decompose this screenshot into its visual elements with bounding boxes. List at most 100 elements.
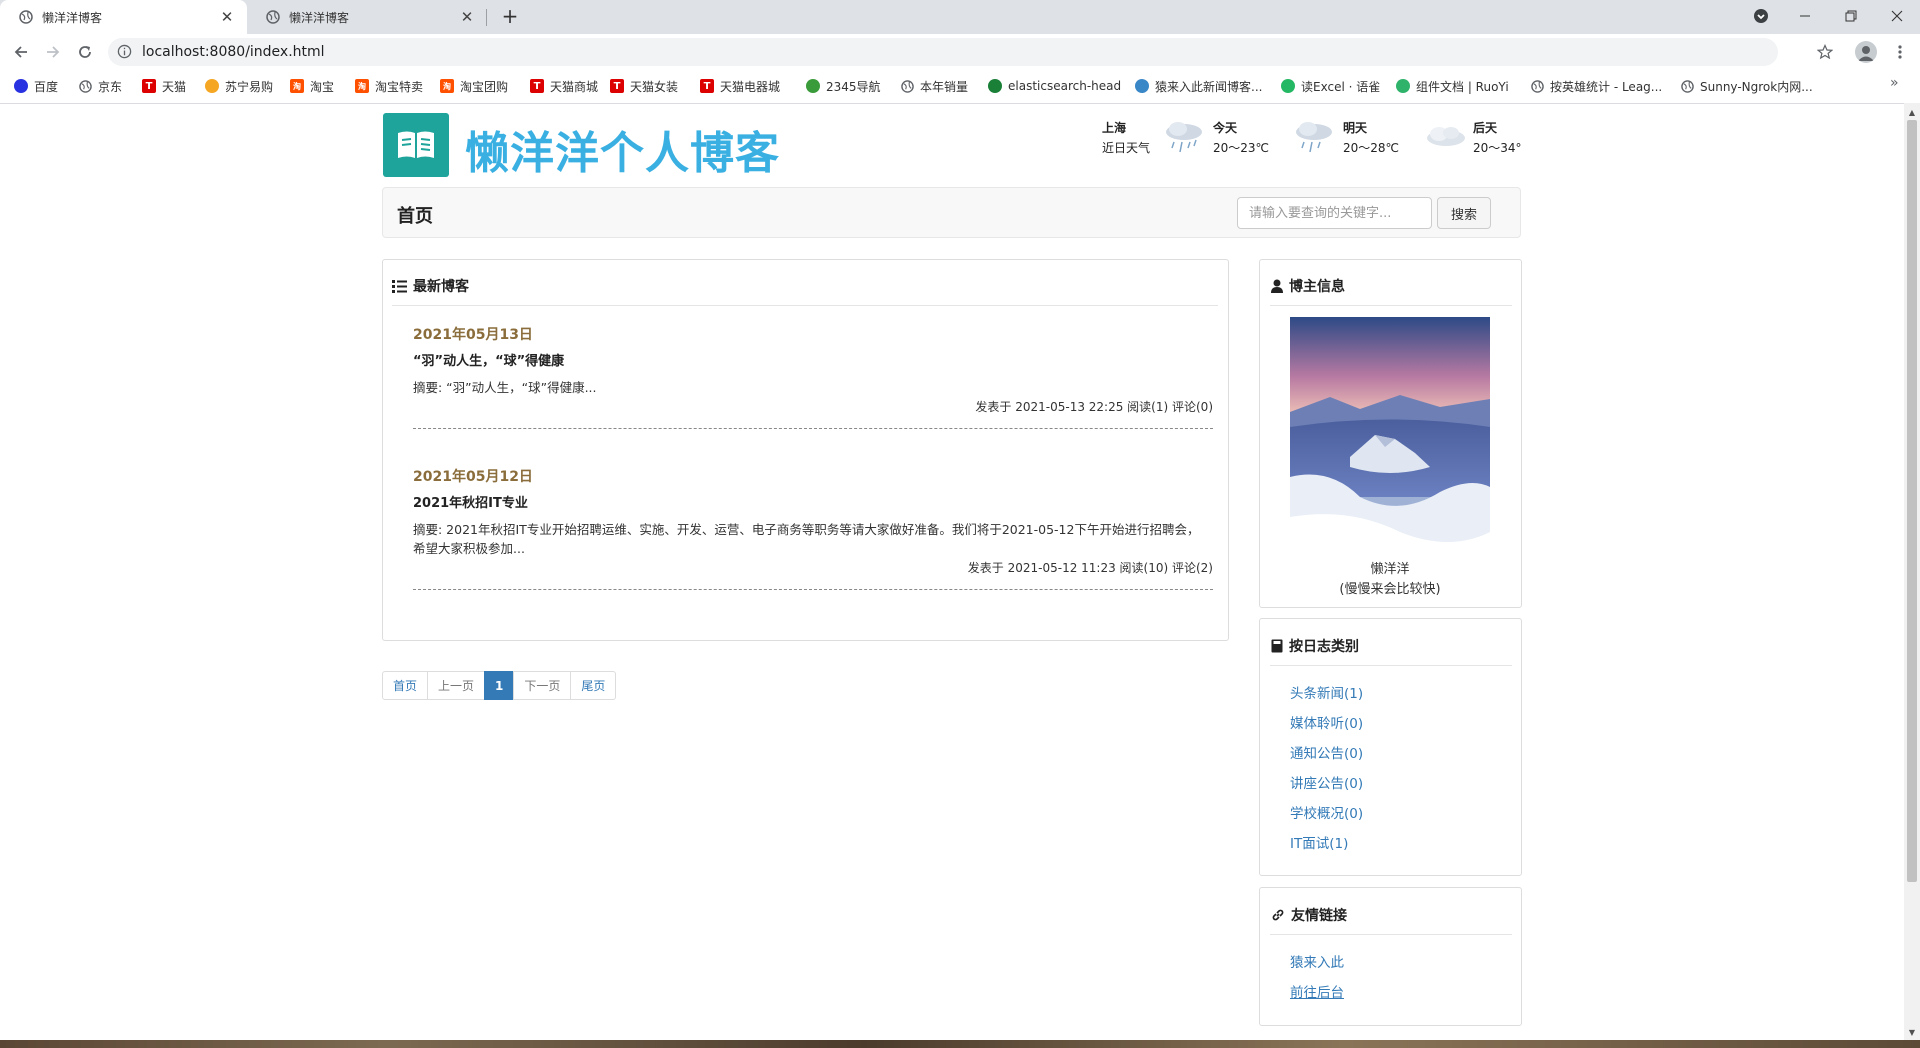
globe-icon: [18, 9, 34, 25]
close-window-icon[interactable]: [1874, 0, 1920, 32]
category-link[interactable]: 学校概况(0): [1290, 802, 1363, 822]
desktop-taskbar: [0, 1040, 1920, 1048]
post-divider: [413, 589, 1213, 590]
category-link[interactable]: 讲座公告(0): [1290, 772, 1363, 792]
owner-name: 懒洋洋: [1370, 562, 1410, 577]
bookmark-item[interactable]: 按英雄统计 - Leag...: [1530, 77, 1662, 95]
post-summary: 摘要: “羽”动人生，“球”得健康...: [413, 380, 597, 395]
close-tab-icon[interactable]: ✕: [457, 8, 477, 26]
2345-icon: [806, 79, 820, 93]
bookmark-item[interactable]: T 天猫电器城: [700, 77, 780, 95]
profile-avatar-icon[interactable]: [1855, 41, 1877, 63]
bookmark-item[interactable]: 猿来入此新闻博客...: [1135, 77, 1262, 95]
bookmark-item[interactable]: 苏宁易购: [205, 77, 273, 95]
category-link[interactable]: 头条新闻(1): [1290, 682, 1363, 702]
ruoyi-icon: [1396, 79, 1410, 93]
more-bookmarks-icon[interactable]: »: [1890, 75, 1899, 91]
bookmark-star-icon[interactable]: [1813, 40, 1837, 64]
tmall-icon: T: [700, 79, 714, 93]
tab-separator: [486, 9, 487, 26]
tab-2[interactable]: 懒洋洋博客 ✕: [247, 0, 487, 34]
bookmark-item[interactable]: elasticsearch-head: [988, 77, 1121, 95]
page-first-link[interactable]: 首页: [382, 671, 429, 700]
divider: [1270, 665, 1512, 666]
bookmark-item[interactable]: 组件文档 | RuoYi: [1396, 77, 1509, 95]
search-button[interactable]: 搜索: [1437, 197, 1491, 229]
bookmark-item[interactable]: 京东: [78, 77, 122, 95]
post-meta: 发表于 2021-05-12 11:23 阅读(10) 评论(2): [967, 561, 1213, 575]
minimize-icon[interactable]: [1782, 0, 1828, 32]
bookmark-item[interactable]: 读Excel · 语雀: [1281, 77, 1380, 95]
owner-info-title: 博主信息: [1271, 276, 1345, 296]
menu-kebab-icon[interactable]: [1890, 40, 1910, 64]
bookmark-label: Sunny-Ngrok内网...: [1700, 79, 1813, 94]
bookmark-item[interactable]: Sunny-Ngrok内网...: [1680, 77, 1813, 95]
bookmark-label: 读Excel · 语雀: [1301, 79, 1381, 94]
new-tab-button[interactable]: +: [498, 5, 522, 29]
list-icon: [392, 279, 407, 293]
post-title-link[interactable]: 2021年秋招IT专业: [413, 492, 528, 511]
info-icon[interactable]: [117, 44, 132, 63]
tab-title: 懒洋洋博客: [42, 10, 103, 25]
page-prev-link[interactable]: 上一页: [427, 671, 486, 700]
weather-day-temp: 20～34℃: [1473, 141, 1521, 155]
link-icon: [1271, 908, 1285, 922]
search-input[interactable]: [1237, 197, 1432, 229]
page-current[interactable]: 1: [484, 671, 515, 700]
page-last-link[interactable]: 尾页: [570, 671, 617, 700]
nav-home-link[interactable]: 首页: [397, 202, 433, 228]
latest-blogs-title: 最新博客: [392, 276, 469, 296]
bookmark-item[interactable]: T 天猫女装: [610, 77, 678, 95]
bookmark-label: 百度: [34, 79, 59, 94]
bookmark-item[interactable]: T 天猫: [142, 77, 186, 95]
category-link[interactable]: 通知公告(0): [1290, 742, 1363, 762]
tmall-icon: T: [610, 79, 624, 93]
bookmark-label: 京东: [98, 79, 123, 94]
baidu-paw-icon: [14, 79, 28, 93]
scrollbar-thumb[interactable]: [1907, 120, 1917, 882]
bookmark-label: 按英雄统计 - Leag...: [1550, 79, 1663, 94]
globe-icon: [1680, 79, 1694, 93]
bookmark-label: 本年销量: [920, 79, 969, 94]
bookmark-item[interactable]: 本年销量: [900, 77, 968, 95]
category-title: 按日志类别: [1271, 636, 1359, 656]
url-text[interactable]: localhost:8080/index.html: [142, 44, 325, 60]
bookmark-label: 天猫商城: [550, 79, 599, 94]
bookmark-label: 天猫: [162, 79, 187, 94]
user-icon: [1271, 279, 1283, 293]
bookmark-item[interactable]: T 天猫商城: [530, 77, 598, 95]
address-bar[interactable]: [108, 38, 1778, 66]
tab-search-icon[interactable]: [1738, 0, 1784, 32]
bookmark-item[interactable]: 淘淘宝团购: [440, 77, 508, 95]
forward-arrow-icon[interactable]: [41, 40, 65, 64]
bookmark-item[interactable]: 淘淘宝: [290, 77, 334, 95]
friend-link[interactable]: 猿来入此: [1290, 951, 1344, 971]
elastic-icon: [988, 79, 1002, 93]
tab-title: 懒洋洋博客: [289, 10, 350, 25]
bookmark-label: 天猫电器城: [720, 79, 781, 94]
weather-day-label: 后天: [1473, 121, 1498, 135]
bookmark-label: 淘宝团购: [460, 79, 509, 94]
page-next-link[interactable]: 下一页: [513, 671, 572, 700]
yuque-icon: [1281, 79, 1295, 93]
bookmark-item[interactable]: 2345导航: [806, 77, 881, 95]
close-tab-icon[interactable]: ✕: [217, 8, 237, 26]
globe-icon: [1530, 79, 1544, 93]
bookmark-item[interactable]: 淘淘宝特卖: [355, 77, 423, 95]
weather-day-label: 明天: [1343, 121, 1368, 135]
scroll-up-icon[interactable]: ▲: [1904, 104, 1920, 120]
reload-icon[interactable]: [73, 40, 97, 64]
restore-icon[interactable]: [1828, 0, 1874, 32]
panel-title-text: 最新博客: [413, 279, 469, 295]
post-title-link[interactable]: “羽”动人生，“球”得健康: [413, 350, 564, 369]
site-title: 懒洋洋个人博客: [465, 128, 780, 179]
scroll-down-icon[interactable]: ▼: [1904, 1024, 1920, 1040]
category-link[interactable]: 媒体聆听(0): [1290, 712, 1363, 732]
rain-cloud-icon: [1292, 118, 1336, 158]
tab-1[interactable]: 懒洋洋博客 ✕: [0, 0, 247, 34]
back-arrow-icon[interactable]: [9, 40, 33, 64]
admin-link[interactable]: 前往后台: [1290, 981, 1344, 1001]
owner-avatar-image: [1290, 317, 1490, 557]
category-link[interactable]: IT面试(1): [1290, 832, 1348, 852]
bookmark-item[interactable]: 百度: [14, 77, 58, 95]
